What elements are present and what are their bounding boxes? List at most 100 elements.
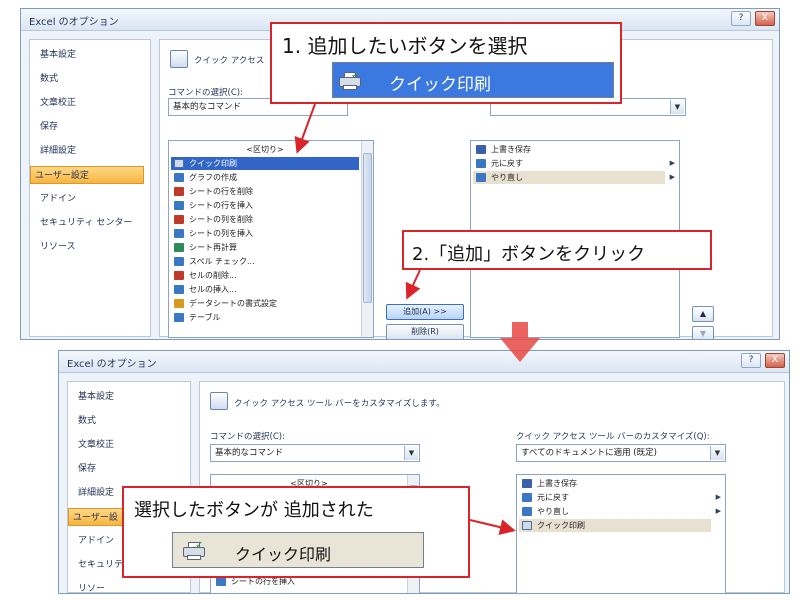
qat-scope-select[interactable]: すべてのドキュメントに適用 (既定) ▼	[516, 444, 726, 462]
nav-item-resources[interactable]: リソース	[36, 238, 148, 256]
command-select-label: コマンドの選択(C):	[168, 88, 243, 98]
help-button[interactable]: ?	[731, 11, 751, 26]
qat-header-icon	[210, 392, 228, 410]
callout-step2: 2.「追加」ボタンをクリック	[402, 230, 712, 270]
quick-print-sample-label: クイック印刷	[389, 75, 491, 95]
list-item-label: テーブル	[189, 313, 221, 322]
list-item[interactable]: データシートの書式設定	[171, 297, 359, 310]
scrollbar-thumb[interactable]	[363, 153, 372, 303]
list-item-label: グラフの作成	[189, 173, 237, 182]
list-item[interactable]: シートの行を削除	[171, 185, 359, 198]
list-item-label: スペル チェック...	[189, 257, 255, 266]
list-item[interactable]: シートの列を挿入	[171, 227, 359, 240]
delete-row-icon	[174, 187, 184, 196]
list-item-label: シートの列を削除	[189, 215, 253, 224]
list-item[interactable]: テーブル	[171, 311, 359, 324]
list-item-quick-print[interactable]: クイック印刷	[519, 519, 711, 532]
qat-header-icon	[170, 50, 188, 68]
command-select[interactable]: 基本的なコマンド ▼	[210, 444, 420, 462]
list-item[interactable]: シートの列を削除	[171, 213, 359, 226]
printer-icon	[522, 521, 532, 530]
nav-item-proofing[interactable]: 文章校正	[74, 436, 188, 454]
undo-icon	[476, 159, 486, 168]
list-item-label: シート再計算	[189, 243, 237, 252]
remove-button[interactable]: 削除(R)	[386, 324, 464, 339]
list-item-label: セルの削除...	[189, 271, 237, 280]
callout-step1: 1. 追加したいボタンを選択 ✓ クイック印刷	[270, 22, 622, 104]
quick-print-sample: ✓ クイック印刷	[172, 532, 424, 568]
qat-scope-label: クイック アクセス ツール バーのカスタマイズ(Q):	[516, 432, 710, 442]
list-item[interactable]: 元に戻す ▶	[473, 157, 675, 170]
list-item[interactable]: 上書き保存	[473, 143, 665, 156]
move-up-button[interactable]: ▲	[692, 306, 714, 322]
list-item-label: 上書き保存	[491, 145, 531, 154]
list-item[interactable]: やり直し ▶	[519, 505, 721, 518]
command-list[interactable]: <区切り> クイック印刷 グラフの作成 シートの行を削除 シートの行を挿入 シー…	[168, 140, 374, 338]
command-list-scrollbar[interactable]	[361, 141, 373, 337]
delete-cell-icon	[174, 271, 184, 280]
list-item[interactable]: グラフの作成	[171, 171, 359, 184]
callout-step1-text: 1. 追加したいボタンを選択	[282, 34, 528, 58]
chevron-down-icon[interactable]: ▼	[670, 100, 684, 114]
help-button[interactable]: ?	[741, 353, 761, 368]
list-item[interactable]: 上書き保存	[519, 477, 711, 490]
nav-item-addins[interactable]: アドイン	[36, 190, 148, 208]
list-item-quick-print[interactable]: クイック印刷	[171, 157, 359, 170]
nav-item-advanced[interactable]: 詳細設定	[36, 142, 148, 160]
nav-item-basic[interactable]: 基本設定	[36, 46, 148, 64]
close-button[interactable]: X	[755, 11, 775, 26]
move-down-button[interactable]: ▼	[692, 326, 714, 339]
callout-step2-text: 2.「追加」ボタンをクリック	[412, 244, 646, 265]
recalc-icon	[174, 243, 184, 252]
nav-item-customize[interactable]: ユーザー設定	[30, 166, 144, 184]
chevron-down-icon[interactable]: ▼	[404, 446, 418, 460]
add-button[interactable]: 追加(A) >>	[386, 304, 464, 320]
redo-icon	[476, 173, 486, 182]
chevron-down-icon[interactable]: ▼	[710, 446, 724, 460]
list-item[interactable]: やり直し ▶	[473, 171, 675, 184]
chevron-right-icon: ▶	[715, 507, 721, 515]
spell-check-icon	[174, 257, 184, 266]
list-item[interactable]: シート再計算	[171, 241, 359, 254]
window-title: Excel のオプション	[29, 17, 119, 28]
undo-icon	[522, 493, 532, 502]
command-select-value: 基本的なコマンド	[215, 448, 284, 458]
close-button[interactable]: X	[765, 353, 785, 368]
nav-item-save[interactable]: 保存	[74, 460, 188, 478]
list-item[interactable]: セルの挿入...	[171, 283, 359, 296]
nav-item-trust-center[interactable]: セキュリティ センター	[36, 214, 148, 232]
list-item-label: 元に戻す	[537, 493, 569, 502]
transition-arrow-icon	[500, 322, 540, 362]
list-item[interactable]: スペル チェック...	[171, 255, 359, 268]
quick-print-sample: ✓ クイック印刷	[332, 62, 614, 98]
callout-result-text: 選択したボタンが 追加された	[134, 500, 374, 521]
list-item-label: やり直し	[491, 173, 523, 182]
list-item-label: シートの行を挿入	[189, 201, 253, 210]
nav-item-save[interactable]: 保存	[36, 118, 148, 136]
list-item-label: セルの挿入...	[189, 285, 237, 294]
list-item-label: クイック印刷	[537, 521, 585, 530]
options-nav: 基本設定 数式 文章校正 保存 詳細設定 ユーザー設定 アドイン セキュリティ …	[29, 39, 151, 337]
insert-column-icon	[174, 229, 184, 238]
list-item-label: データシートの書式設定	[189, 299, 277, 308]
list-item[interactable]: <区切り>	[171, 143, 359, 156]
redo-icon	[522, 507, 532, 516]
printer-icon: ✓	[339, 70, 361, 90]
command-select-label: コマンドの選択(C):	[210, 432, 285, 442]
nav-item-basic[interactable]: 基本設定	[74, 388, 188, 406]
chevron-right-icon: ▶	[669, 159, 675, 167]
qat-list[interactable]: 上書き保存 元に戻す ▶ やり直し ▶ クイック印刷	[516, 474, 726, 593]
list-item-label: 元に戻す	[491, 159, 523, 168]
list-item[interactable]: セルの削除...	[171, 269, 359, 282]
list-item[interactable]: 元に戻す ▶	[519, 491, 721, 504]
insert-row-icon	[174, 201, 184, 210]
nav-item-proofing[interactable]: 文章校正	[36, 94, 148, 112]
delete-column-icon	[174, 215, 184, 224]
nav-item-resources[interactable]: リソー	[74, 580, 188, 593]
quick-print-sample-label: クイック印刷	[235, 545, 332, 564]
list-item[interactable]: シートの行を挿入	[171, 199, 359, 212]
title-bar: Excel のオプション ? X	[59, 351, 789, 373]
nav-item-formulas[interactable]: 数式	[74, 412, 188, 430]
nav-item-formulas[interactable]: 数式	[36, 70, 148, 88]
list-item-label: 上書き保存	[537, 479, 577, 488]
